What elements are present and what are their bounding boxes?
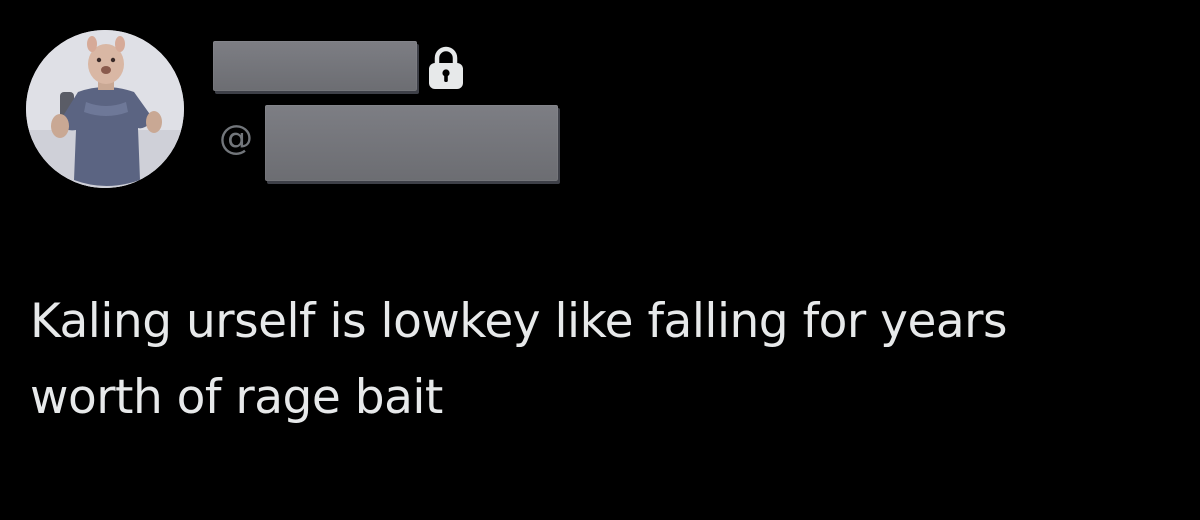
- avatar-image: [26, 30, 184, 188]
- tweet-text: Kaling urself is lowkey like falling for…: [30, 294, 1008, 425]
- handle-at-sign: @: [219, 118, 253, 158]
- redacted-display-name: [213, 41, 417, 91]
- redacted-username: [265, 105, 558, 181]
- tweet-card: @ Kaling urself is lowkey like falling f…: [0, 0, 1200, 520]
- lock-icon: [429, 46, 463, 89]
- avatar[interactable]: [26, 30, 184, 188]
